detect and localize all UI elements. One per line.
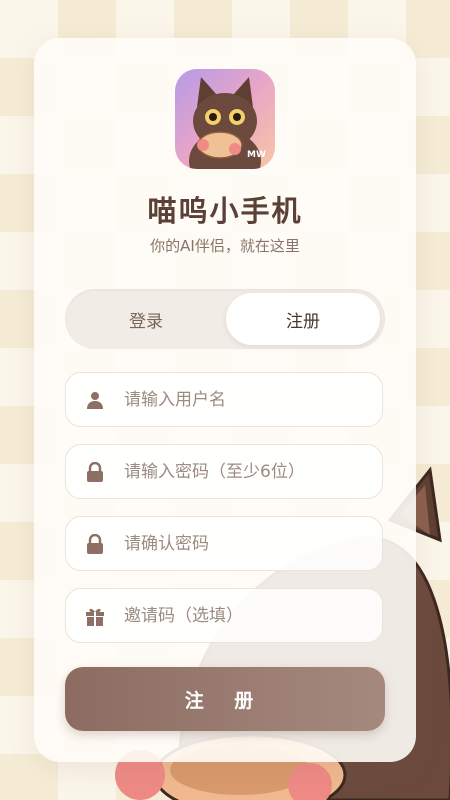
logo-badge-text: MW <box>247 150 266 160</box>
gift-icon <box>85 606 105 626</box>
tab-register[interactable]: 注册 <box>226 293 380 345</box>
invite-code-field[interactable] <box>65 588 383 643</box>
invite-code-input[interactable] <box>122 604 382 627</box>
password-field[interactable] <box>65 444 383 499</box>
password-input[interactable] <box>122 460 382 483</box>
confirm-password-field[interactable] <box>65 516 383 571</box>
auth-tabs: 登录 注册 <box>65 289 385 349</box>
username-input[interactable] <box>122 388 382 411</box>
app-logo: MW <box>175 69 275 169</box>
user-icon <box>85 390 105 410</box>
app-title: 喵呜小手机 <box>147 194 303 228</box>
lock-icon <box>85 461 105 482</box>
register-button[interactable]: 注 册 <box>65 667 385 731</box>
confirm-password-input[interactable] <box>122 532 382 555</box>
lock-icon <box>85 533 105 554</box>
tab-login[interactable]: 登录 <box>69 293 223 345</box>
app-subtitle: 你的AI伴侣，就在这里 <box>150 237 300 255</box>
username-field[interactable] <box>65 372 383 427</box>
